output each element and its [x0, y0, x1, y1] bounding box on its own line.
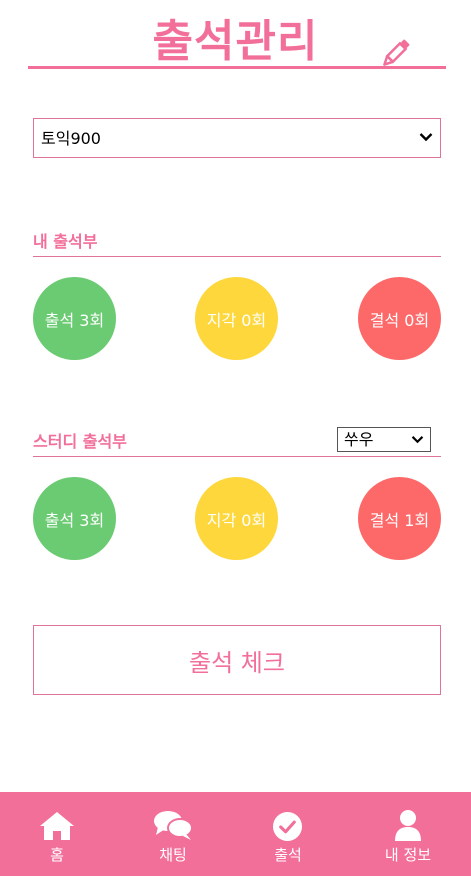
study-select-input[interactable]: 토익900 [34, 119, 440, 157]
my-present-count: 출석 3회 [33, 277, 116, 360]
nav-home-label: 홈 [50, 846, 64, 864]
study-select[interactable]: 토익900 [33, 118, 441, 158]
nav-home[interactable]: 홈 [19, 792, 95, 876]
member-select[interactable]: 쑤우 [337, 427, 431, 452]
section-divider [33, 256, 441, 257]
nav-attendance-label: 출석 [274, 846, 302, 864]
section-divider [33, 456, 441, 457]
study-present-count: 출석 3회 [33, 477, 116, 560]
my-attendance-title: 내 출석부 [33, 232, 98, 251]
nav-attendance[interactable]: 출석 [250, 792, 326, 876]
study-attendance-title: 스터디 출석부 [33, 432, 127, 451]
bottom-navbar: 홈 채팅 출석 내 정보 [0, 792, 471, 876]
study-late-count: 지각 0회 [195, 477, 278, 560]
nav-chat[interactable]: 채팅 [135, 792, 211, 876]
user-icon [395, 810, 421, 841]
home-icon [40, 812, 74, 840]
my-absent-count: 결석 0회 [358, 277, 441, 360]
study-absent-count: 결석 1회 [358, 477, 441, 560]
header: 출석관리 [0, 0, 471, 80]
title-underline [28, 66, 446, 69]
chat-icon [154, 811, 193, 840]
my-late-count: 지각 0회 [195, 277, 278, 360]
nav-my-info[interactable]: 내 정보 [370, 792, 446, 876]
nav-my-info-label: 내 정보 [384, 846, 432, 864]
attendance-check-button[interactable]: 출석 체크 [33, 625, 441, 695]
check-circle-icon [272, 811, 303, 842]
member-select-input[interactable]: 쑤우 [338, 428, 430, 451]
nav-chat-label: 채팅 [159, 846, 187, 864]
